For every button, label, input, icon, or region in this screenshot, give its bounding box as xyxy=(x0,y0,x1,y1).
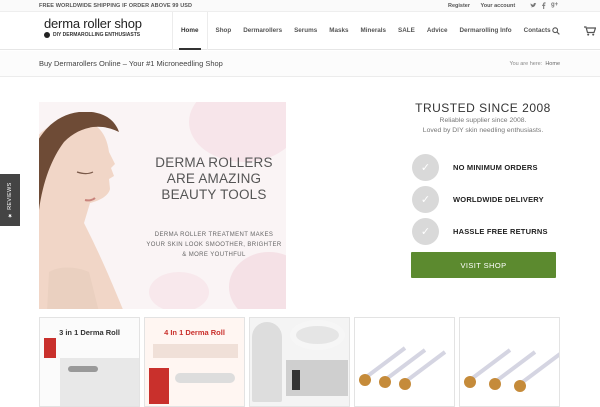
facebook-icon[interactable] xyxy=(541,2,546,11)
account-links: Register Your account xyxy=(448,3,524,9)
product-card-rollers-b[interactable] xyxy=(459,317,560,407)
trust-line-2: Loved by DIY skin needling enthusiasts. xyxy=(422,127,544,134)
twitter-icon[interactable] xyxy=(530,2,537,11)
nav-divider xyxy=(206,12,208,50)
nav-sale[interactable]: SALE xyxy=(392,12,421,50)
logo-name: derma roller shop xyxy=(44,16,142,31)
product-card-rollers-a[interactable] xyxy=(354,317,455,407)
nav-contacts[interactable]: Contacts xyxy=(518,12,557,50)
feature-item: ✓ HASSLE FREE RETURNS xyxy=(412,218,548,245)
trust-title: TRUSTED SINCE 2008 xyxy=(415,101,551,115)
product-card-4in1[interactable]: 4 In 1 Derma Roll xyxy=(144,317,245,407)
feature-label: NO MINIMUM ORDERS xyxy=(453,163,538,172)
product-card-3in1[interactable]: 3 in 1 Derma Roll xyxy=(39,317,140,407)
check-icon: ✓ xyxy=(412,218,439,245)
nav-dermarollers[interactable]: Dermarollers xyxy=(237,12,288,50)
feature-item: ✓ WORLDWIDE DELIVERY xyxy=(412,186,544,213)
site-logo[interactable]: derma roller shop DIY DERMAROLLING ENTHU… xyxy=(44,16,142,38)
page-title-bar: Buy Dermarollers Online – Your #1 Micron… xyxy=(0,51,600,77)
product-label: 4 In 1 Derma Roll xyxy=(164,328,225,337)
nav-shop[interactable]: Shop xyxy=(210,12,238,50)
feature-label: HASSLE FREE RETURNS xyxy=(453,227,548,236)
search-icon[interactable] xyxy=(552,27,560,35)
nav-home[interactable]: Home xyxy=(175,12,205,50)
visit-shop-button[interactable]: VISIT SHOP xyxy=(411,252,556,278)
breadcrumb: You are here: Home xyxy=(509,61,560,67)
main-nav: Home Shop Dermarollers Serums Masks Mine… xyxy=(170,12,557,50)
logo-dot-icon xyxy=(44,32,50,38)
page-title: Buy Dermarollers Online – Your #1 Micron… xyxy=(39,59,223,68)
nav-minerals[interactable]: Minerals xyxy=(354,12,392,50)
nav-serums[interactable]: Serums xyxy=(288,12,323,50)
trust-line-1: Reliable supplier since 2008. xyxy=(439,117,527,124)
feature-label: WORLDWIDE DELIVERY xyxy=(453,195,544,204)
derma-roller-image xyxy=(359,346,447,390)
reviews-tab[interactable]: ★ REVIEWS xyxy=(0,174,20,226)
model-face-image xyxy=(39,112,123,309)
hero-banner: DERMA ROLLERS ARE AMAZING BEAUTY TOOLS D… xyxy=(39,102,286,309)
nav-dermarolling-info[interactable]: Dermarolling Info xyxy=(454,12,518,50)
shipping-notice: FREE WORLDWIDE SHIPPING IF ORDER ABOVE 9… xyxy=(39,3,193,9)
account-link[interactable]: Your account xyxy=(480,3,515,9)
hero-subheading: DERMA ROLLER TREATMENT MAKES YOUR SKIN L… xyxy=(146,232,282,258)
site-header: derma roller shop DIY DERMAROLLING ENTHU… xyxy=(0,12,600,50)
check-icon: ✓ xyxy=(412,154,439,181)
gplus-icon[interactable]: g+ xyxy=(551,2,558,8)
feature-item: ✓ NO MINIMUM ORDERS xyxy=(412,154,538,181)
register-link[interactable]: Register xyxy=(448,3,470,9)
product-label: 3 in 1 Derma Roll xyxy=(59,328,120,337)
breadcrumb-home-link[interactable]: Home xyxy=(545,61,560,67)
nav-masks[interactable]: Masks xyxy=(323,12,354,50)
trust-block: TRUSTED SINCE 2008 Reliable supplier sin… xyxy=(400,101,566,135)
logo-tagline: DIY DERMAROLLING ENTHUSIASTS xyxy=(44,32,142,38)
derma-roller-image xyxy=(464,348,559,392)
check-icon: ✓ xyxy=(412,186,439,213)
product-card-roller-kit[interactable] xyxy=(249,317,350,407)
top-bar: FREE WORLDWIDE SHIPPING IF ORDER ABOVE 9… xyxy=(0,0,600,12)
nav-advice[interactable]: Advice xyxy=(421,12,454,50)
hero-heading: DERMA ROLLERS ARE AMAZING BEAUTY TOOLS xyxy=(155,155,273,202)
cart-icon[interactable] xyxy=(584,26,596,36)
nav-divider xyxy=(172,12,173,50)
